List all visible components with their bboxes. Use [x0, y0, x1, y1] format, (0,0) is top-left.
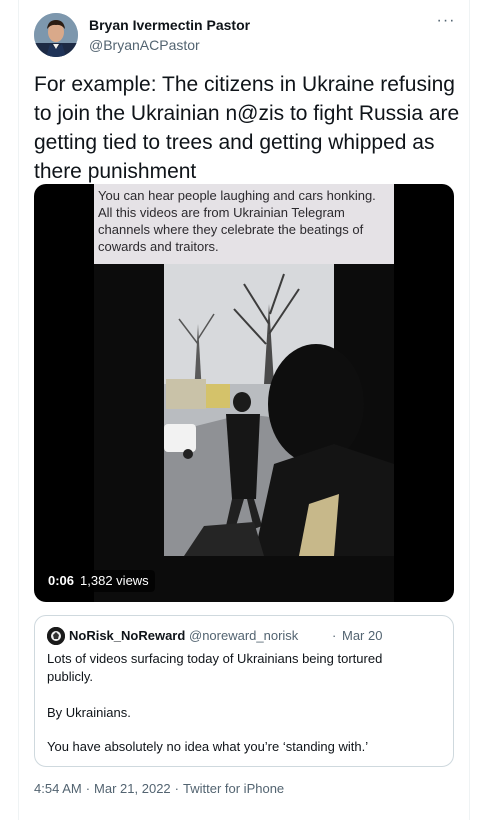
quoted-tweet[interactable]: NoRisk_NoReward @noreward_norisk · Mar 2…	[34, 615, 454, 767]
quoted-author-avatar[interactable]	[47, 627, 65, 645]
tweet-date[interactable]: Mar 21, 2022	[94, 781, 171, 796]
video-player[interactable]: You can hear people laughing and cars ho…	[34, 184, 454, 602]
quoted-date[interactable]: Mar 20	[342, 628, 382, 643]
quoted-separator: ·	[332, 628, 337, 643]
video-views: 1,382 views	[80, 573, 149, 588]
more-options-icon[interactable]: ···	[434, 12, 458, 30]
quoted-author-handle[interactable]: @noreward_norisk	[189, 628, 298, 643]
video-time: 0:06	[48, 573, 75, 588]
author-handle[interactable]: @BryanACPastor	[89, 37, 200, 53]
author-avatar[interactable]	[34, 13, 78, 57]
quoted-text-paragraph: Lots of videos surfacing today of Ukrain…	[47, 651, 383, 684]
video-frame	[94, 264, 394, 602]
author-name[interactable]: Bryan Ivermectin Pastor	[89, 17, 250, 33]
video-stats: 0:06 1,382 views	[42, 570, 155, 592]
quoted-author-name[interactable]: NoRisk_NoReward	[69, 628, 185, 643]
quoted-text-paragraph: By Ukrainians.	[47, 705, 131, 720]
tweet-time[interactable]: 4:54 AM	[34, 781, 82, 796]
footer-separator: ·	[174, 781, 179, 796]
tweet-metadata: 4:54 AM · Mar 21, 2022 · Twitter for iPhone	[34, 781, 284, 796]
tweet-source[interactable]: Twitter for iPhone	[183, 781, 284, 796]
video-caption: You can hear people laughing and cars ho…	[94, 184, 394, 264]
footer-separator: ·	[85, 781, 91, 796]
tweet-text: For example: The citizens in Ukraine ref…	[34, 73, 460, 183]
quoted-text-paragraph: You have absolutely no idea what you’re …	[47, 739, 369, 754]
